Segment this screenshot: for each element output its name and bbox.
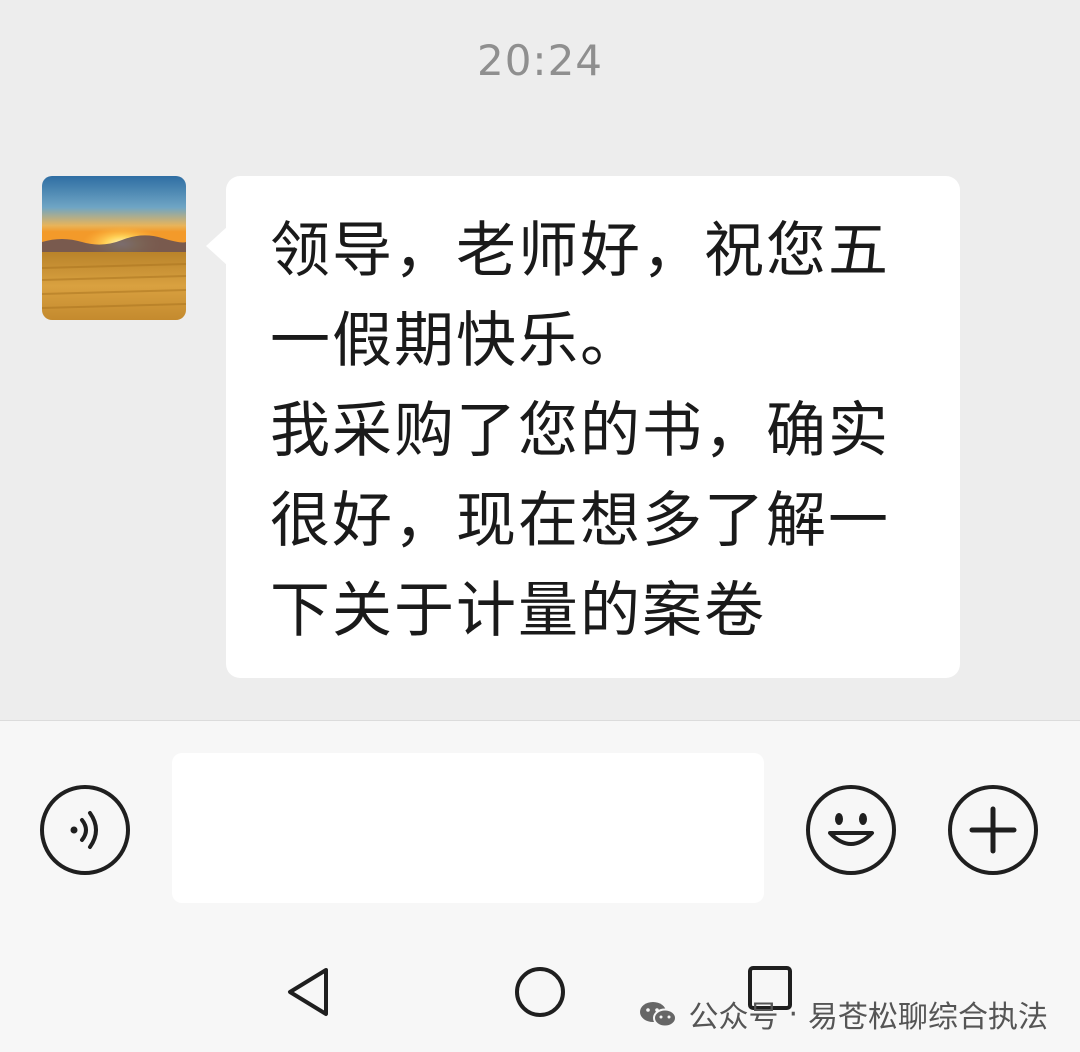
sender-avatar[interactable] xyxy=(42,176,186,320)
nav-home-button[interactable] xyxy=(512,964,568,1020)
circle-home-icon xyxy=(515,967,565,1017)
more-options-button[interactable] xyxy=(948,785,1038,875)
chat-area[interactable]: 20:24 领导，老师好，祝您五 一假期快乐。 我采购了您的书，确实 很好，现在… xyxy=(0,0,1080,720)
message-text: 领导，老师好，祝您五 一假期快乐。 我采购了您的书，确实 很好，现在想多了解一 … xyxy=(270,216,890,646)
voice-button[interactable] xyxy=(40,785,130,875)
input-bar xyxy=(0,720,1080,931)
emoji-button[interactable] xyxy=(806,785,896,875)
smiley-icon xyxy=(828,813,874,846)
wechat-official-account-watermark: 公众号 · 易苍松聊综合执法 xyxy=(638,992,1048,1036)
triangle-back-icon xyxy=(288,968,328,1016)
watermark-prefix: 公众号 xyxy=(688,1000,779,1035)
message-timestamp: 20:24 xyxy=(476,36,604,85)
message-input[interactable] xyxy=(172,753,764,903)
plus-icon xyxy=(969,806,1017,854)
system-navigation-bar: 公众号 · 易苍松聊综合执法 xyxy=(0,930,1080,1052)
bubble-tail xyxy=(206,226,228,266)
nav-back-button[interactable] xyxy=(282,964,338,1020)
voice-wave-icon xyxy=(70,811,98,849)
message-bubble[interactable]: 领导，老师好，祝您五 一假期快乐。 我采购了您的书，确实 很好，现在想多了解一 … xyxy=(226,176,960,678)
watermark-separator: · xyxy=(788,996,798,1032)
wechat-icon xyxy=(640,1002,678,1028)
watermark-account-name: 易苍松聊综合执法 xyxy=(808,1000,1048,1035)
sunset-avatar-image xyxy=(42,176,186,320)
